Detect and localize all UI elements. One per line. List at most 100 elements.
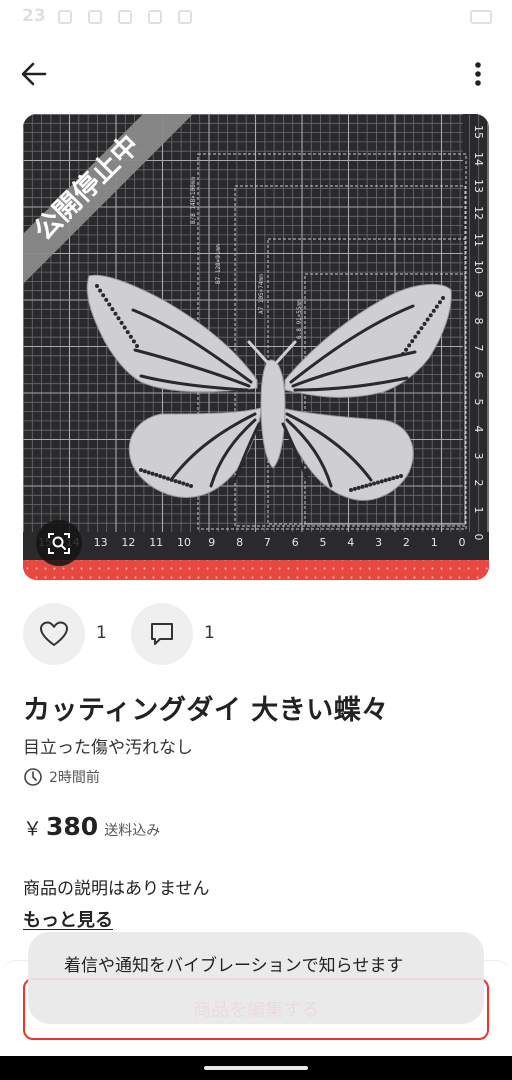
wing-dot [399, 474, 403, 478]
wing-dot [375, 480, 380, 485]
wing-dot [425, 317, 430, 322]
wing-dot [387, 477, 392, 482]
ruler-right-label: 10 [472, 260, 485, 274]
wing-dot [158, 474, 163, 479]
ruler-bottom-label: 0 [459, 536, 466, 549]
wing-dot [383, 478, 388, 483]
ruler-bottom-label: 3 [375, 536, 382, 549]
product-description: 商品の説明はありません [23, 879, 210, 899]
product-condition: 目立った傷や汚れなし [23, 738, 193, 758]
wing-dot [401, 352, 405, 356]
price-symbol: ￥ [23, 818, 43, 840]
notification-icon [178, 10, 192, 24]
ruler-bottom-label: 5 [320, 536, 327, 549]
like-count: 1 [96, 623, 107, 643]
cutting-mat-photo: B/8 148×100mm B7 128×91mm A7 105×74mm 6.… [23, 114, 489, 580]
mat-size-label: 6.8 91×55mm [296, 299, 303, 339]
back-button[interactable] [14, 56, 54, 92]
wing-dot [422, 321, 427, 326]
wing-dot [395, 475, 400, 480]
wing-dot [379, 479, 384, 484]
battery-icon [470, 10, 492, 24]
wing-dot [131, 339, 136, 344]
comment-icon [151, 623, 173, 645]
ruler-right-label: 2 [472, 480, 485, 487]
wing-dot [416, 330, 421, 335]
notification-icon [148, 10, 162, 24]
wing-dot [391, 476, 396, 481]
price-value: 380 [46, 812, 99, 841]
ruler-bottom-label: 4 [347, 536, 354, 549]
product-image[interactable]: B/8 148×100mm B7 128×91mm A7 105×74mm 6.… [23, 114, 489, 580]
wing-dot [116, 316, 121, 321]
comment-count: 1 [204, 623, 215, 643]
status-time: 23 [22, 6, 46, 26]
wing-dot [189, 484, 193, 488]
wing-dot [352, 486, 357, 491]
wing-dot [122, 325, 127, 330]
wing-dot [419, 326, 424, 331]
wing-dot [413, 334, 418, 339]
wing-dot [154, 472, 159, 477]
ruler-bottom-label: 9 [208, 536, 215, 549]
ruler-right-label: 6 [472, 372, 485, 379]
ruler-bottom-label: 7 [264, 536, 271, 549]
product-detail-screen: 23 B/8 148×100mm B7 128×91mm A7 105×74mm… [0, 0, 512, 1080]
more-vertical-icon [475, 62, 481, 86]
ruler-bottom-label: 10 [177, 536, 191, 549]
status-bar: 23 [0, 0, 512, 36]
zoom-scan-icon [48, 533, 70, 554]
wing-dot [410, 339, 415, 344]
ruler-bottom-label: 6 [292, 536, 299, 549]
posted-time: 2時間前 [23, 766, 100, 788]
ruler-bottom-label: 13 [94, 536, 108, 549]
price: ￥ 380 送料込み [23, 812, 160, 841]
wing-dot [372, 481, 377, 486]
wing-dot [119, 320, 124, 325]
wing-dot [139, 468, 143, 472]
shipping-note: 送料込み [104, 823, 161, 839]
comment-button[interactable] [131, 603, 193, 665]
ruler-right-label: 8 [472, 318, 485, 325]
ruler-right-label: 11 [472, 233, 485, 247]
ruler-bottom-label: 11 [149, 536, 163, 549]
ruler-bottom-label: 8 [236, 536, 243, 549]
ruler-right-label: 9 [472, 291, 485, 298]
ruler-bottom-label: 12 [121, 536, 135, 549]
ruler-right-label: 1 [472, 507, 485, 514]
product-title: カッティングダイ 大きい蝶々 [23, 695, 389, 726]
wing-dot [437, 300, 442, 305]
ruler-bottom-label: 1 [431, 536, 438, 549]
ruler-right-label: 0 [472, 534, 485, 541]
home-gesture-handle[interactable] [204, 1066, 308, 1070]
ruler-right-label: 4 [472, 426, 485, 433]
like-button[interactable] [23, 603, 85, 665]
ruler-bottom-label: 2 [403, 536, 410, 549]
ruler-right-label: 14 [472, 152, 485, 166]
clock-icon [24, 768, 42, 786]
wing-dot [101, 293, 106, 298]
wing-dot [95, 284, 99, 288]
posted-time-text: 2時間前 [49, 770, 100, 786]
wing-dot [364, 483, 369, 488]
wing-dot [135, 344, 139, 348]
zoom-button[interactable] [36, 520, 82, 566]
ruler-right-label: 13 [472, 179, 485, 193]
more-options-button[interactable] [460, 56, 496, 92]
heart-icon [40, 621, 68, 646]
wing-dot [407, 343, 412, 348]
wing-dot [125, 330, 130, 335]
wing-dot [185, 482, 190, 487]
mat-size-label: A7 105×74mm [258, 274, 265, 314]
wing-dot [128, 334, 133, 339]
wing-dot [104, 297, 109, 302]
wing-dot [162, 475, 167, 480]
see-more-link[interactable]: もっと見る [23, 906, 113, 932]
wing-dot [404, 347, 409, 352]
arrow-left-icon [21, 62, 47, 86]
wing-dot [146, 470, 151, 475]
notification-icon [88, 10, 102, 24]
mat-size-label: B/8 148×100mm [190, 177, 197, 224]
ruler-right-label: 3 [472, 453, 485, 460]
wing-dot [428, 313, 433, 318]
